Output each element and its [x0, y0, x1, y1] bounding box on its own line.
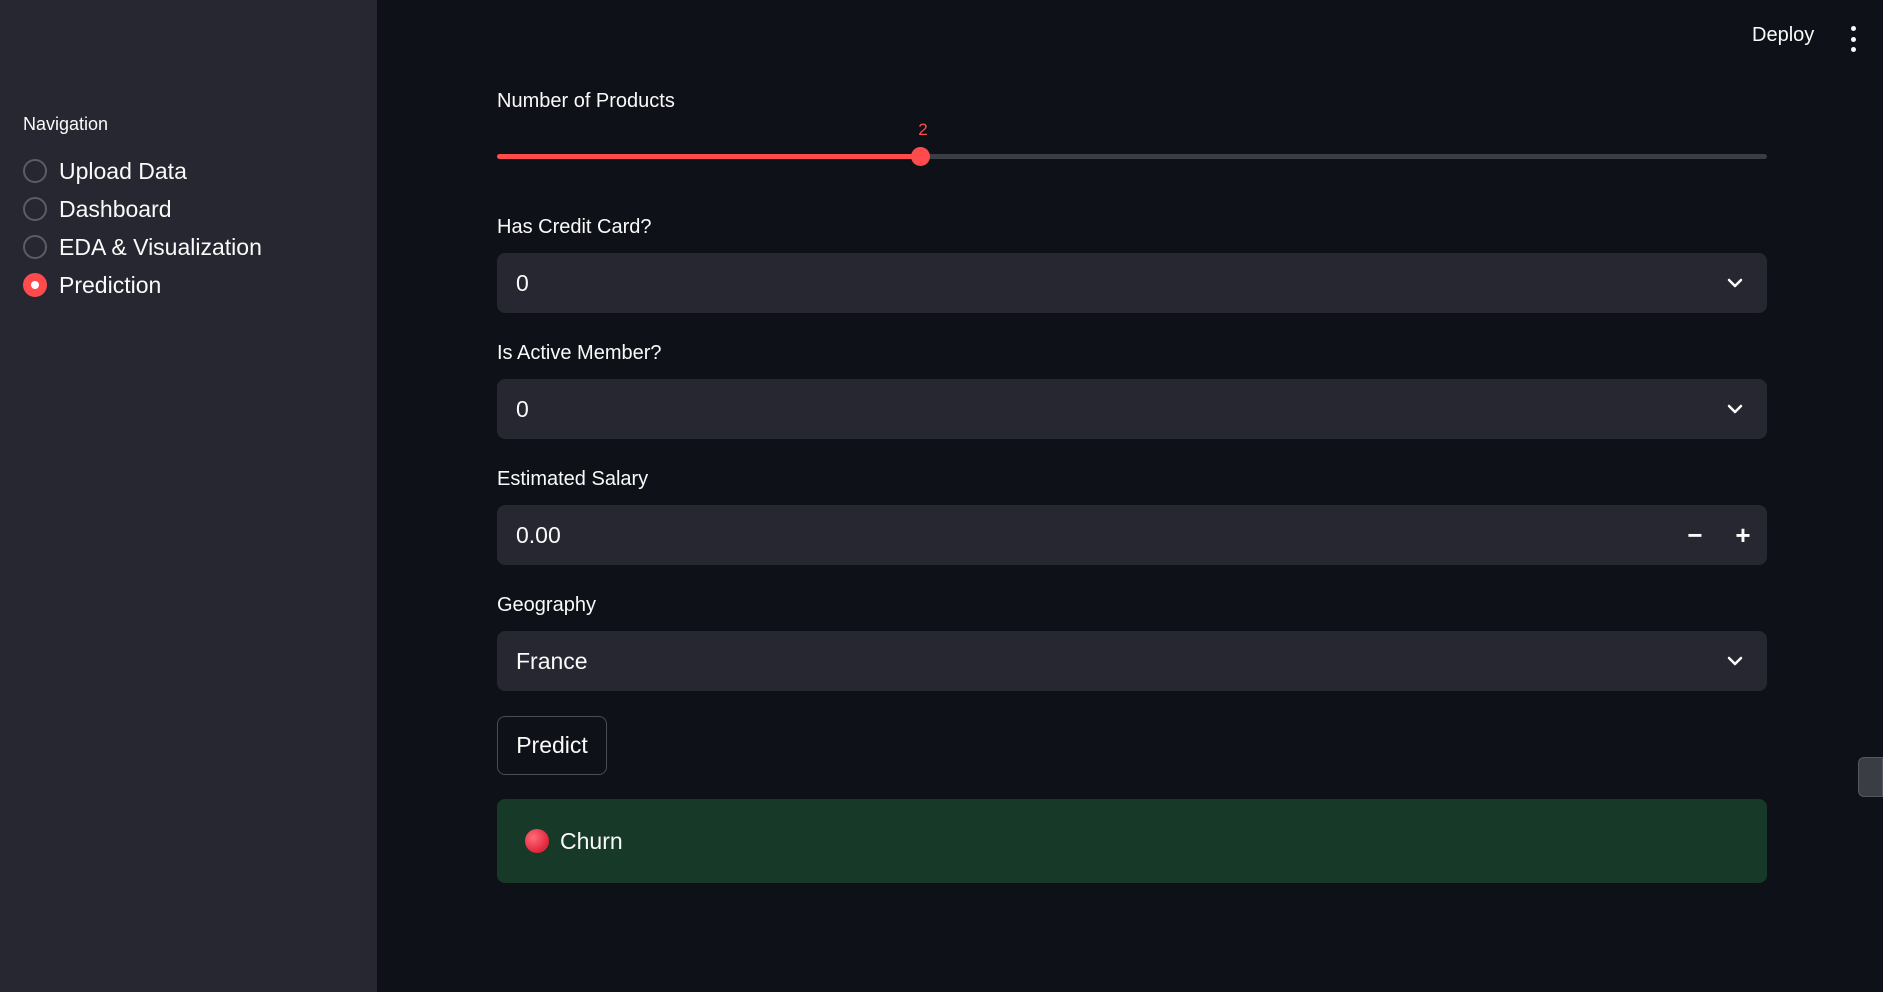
radio-selected-icon[interactable]	[23, 273, 47, 297]
estimated-salary-input[interactable]: 0.00 − +	[497, 505, 1767, 565]
nav-item-label: Prediction	[59, 271, 162, 298]
estimated-salary-label: Estimated Salary	[497, 468, 649, 490]
has-credit-card-label: Has Credit Card?	[497, 216, 652, 238]
result-text: Churn	[560, 827, 623, 854]
chevron-down-icon	[1727, 656, 1743, 666]
slider-value: 2	[918, 120, 928, 139]
increment-button[interactable]: +	[1719, 505, 1767, 565]
kebab-menu-icon[interactable]	[1844, 26, 1862, 52]
chevron-down-icon	[1727, 404, 1743, 414]
select-value: 0	[516, 269, 529, 296]
num-products-slider[interactable]	[497, 147, 1767, 166]
select-value: 0	[516, 395, 529, 422]
red-circle-icon	[525, 829, 549, 853]
radio-icon[interactable]	[23, 159, 47, 183]
radio-icon[interactable]	[23, 197, 47, 221]
slider-fill	[497, 154, 920, 159]
deploy-button[interactable]: Deploy	[1752, 24, 1814, 47]
side-panel-toggle[interactable]	[1858, 757, 1883, 797]
number-stepper: − +	[1671, 505, 1767, 565]
nav-title: Navigation	[23, 114, 109, 134]
select-value: France	[516, 647, 588, 674]
nav-item-label: EDA & Visualization	[59, 233, 262, 260]
geography-label: Geography	[497, 594, 596, 616]
radio-icon[interactable]	[23, 235, 47, 259]
nav-item-prediction[interactable]: Prediction	[23, 266, 262, 304]
predict-button[interactable]: Predict	[497, 716, 607, 775]
nav-item-eda-visualization[interactable]: EDA & Visualization	[23, 228, 262, 266]
sidebar: Navigation Upload Data Dashboard EDA & V…	[0, 0, 377, 992]
nav-radio-group: Upload Data Dashboard EDA & Visualizatio…	[23, 152, 262, 304]
input-value: 0.00	[516, 521, 561, 548]
decrement-button[interactable]: −	[1671, 505, 1719, 565]
is-active-member-select[interactable]: 0	[497, 379, 1767, 439]
slider-thumb[interactable]	[910, 147, 930, 166]
num-products-label: Number of Products	[497, 90, 675, 112]
result-alert: Churn	[497, 799, 1767, 883]
app: Navigation Upload Data Dashboard EDA & V…	[0, 0, 1883, 992]
nav-item-label: Dashboard	[59, 195, 172, 222]
geography-select[interactable]: France	[497, 631, 1767, 691]
has-credit-card-select[interactable]: 0	[497, 253, 1767, 313]
nav-item-dashboard[interactable]: Dashboard	[23, 190, 262, 228]
chevron-down-icon	[1727, 278, 1743, 288]
nav-item-upload-data[interactable]: Upload Data	[23, 152, 262, 190]
is-active-member-label: Is Active Member?	[497, 342, 662, 364]
nav-item-label: Upload Data	[59, 157, 187, 184]
